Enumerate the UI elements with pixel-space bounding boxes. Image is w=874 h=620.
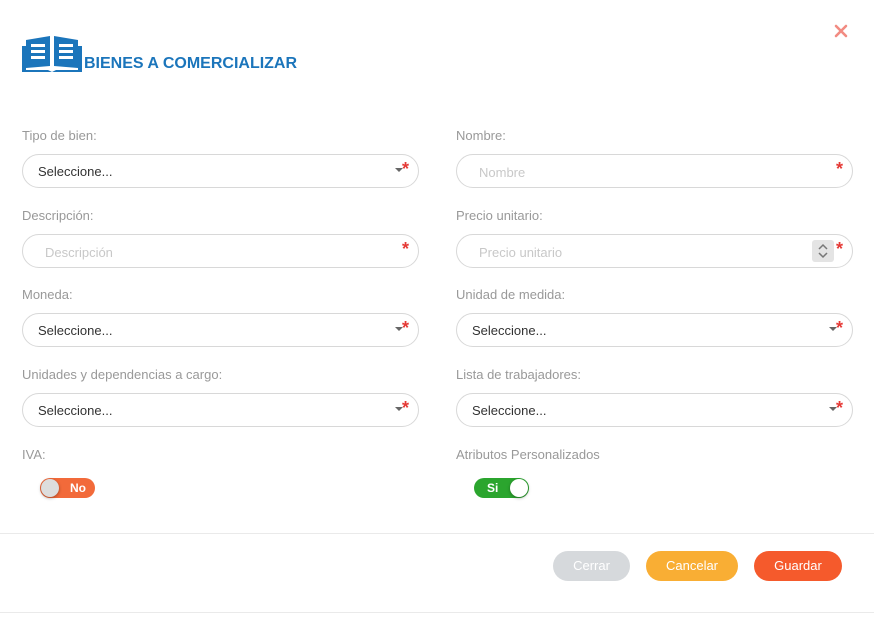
- dialog-header: BIENES A COMERCIALIZAR: [22, 32, 297, 72]
- iva-label: IVA:: [22, 447, 46, 462]
- descripcion-label: Descripción:: [22, 208, 94, 223]
- number-stepper[interactable]: [812, 240, 834, 262]
- precio-placeholder: Precio unitario: [479, 245, 563, 260]
- required-mark: *: [835, 239, 843, 259]
- iva-toggle-text: No: [70, 481, 86, 495]
- iva-toggle[interactable]: No: [40, 478, 95, 498]
- unidades-dependencias-value: Seleccione...: [38, 403, 113, 418]
- lista-trabajadores-value: Seleccione...: [472, 403, 547, 418]
- stepper-arrows-icon: [818, 243, 828, 259]
- cancelar-button[interactable]: Cancelar: [646, 551, 738, 581]
- footer-divider: [0, 533, 874, 534]
- tipo-bien-value: Seleccione...: [38, 164, 113, 179]
- dialog-title: BIENES A COMERCIALIZAR: [84, 55, 298, 72]
- required-mark: *: [401, 239, 409, 259]
- atributos-toggle[interactable]: Si: [474, 478, 529, 498]
- required-mark: *: [835, 398, 843, 418]
- descripcion-placeholder: Descripción: [45, 245, 113, 260]
- nombre-label: Nombre:: [456, 128, 506, 143]
- precio-label: Precio unitario:: [456, 208, 543, 223]
- lista-trabajadores-select[interactable]: Seleccione... *: [456, 393, 853, 427]
- unidades-dependencias-label: Unidades y dependencias a cargo:: [22, 367, 223, 382]
- unidades-dependencias-select[interactable]: Seleccione... *: [22, 393, 419, 427]
- moneda-label: Moneda:: [22, 287, 73, 302]
- nombre-placeholder: Nombre: [479, 165, 526, 180]
- required-mark: *: [835, 318, 843, 338]
- atributos-toggle-text: Si: [487, 481, 499, 495]
- guardar-button[interactable]: Guardar: [754, 551, 842, 581]
- close-button[interactable]: [832, 22, 850, 40]
- bottom-divider: [0, 612, 874, 613]
- tipo-bien-select[interactable]: Seleccione... *: [22, 154, 419, 188]
- atributos-label: Atributos Personalizados: [456, 447, 600, 462]
- unidad-medida-label: Unidad de medida:: [456, 287, 566, 302]
- precio-input[interactable]: Precio unitario *: [456, 234, 853, 268]
- lista-trabajadores-label: Lista de trabajadores:: [456, 367, 582, 382]
- catalog-icon: [22, 32, 82, 72]
- unidad-medida-value: Seleccione...: [472, 323, 547, 338]
- descripcion-input[interactable]: Descripción *: [22, 234, 419, 268]
- required-mark: *: [401, 398, 409, 418]
- nombre-input[interactable]: Nombre *: [456, 154, 853, 188]
- required-mark: *: [401, 318, 409, 338]
- unidad-medida-select[interactable]: Seleccione... *: [456, 313, 853, 347]
- toggle-knob: [510, 479, 528, 497]
- tipo-bien-label: Tipo de bien:: [22, 128, 97, 143]
- moneda-select[interactable]: Seleccione... *: [22, 313, 419, 347]
- required-mark: *: [401, 159, 409, 179]
- moneda-value: Seleccione...: [38, 323, 113, 338]
- close-icon: [834, 24, 848, 38]
- required-mark: *: [835, 159, 843, 179]
- cerrar-button[interactable]: Cerrar: [553, 551, 630, 581]
- toggle-knob: [41, 479, 59, 497]
